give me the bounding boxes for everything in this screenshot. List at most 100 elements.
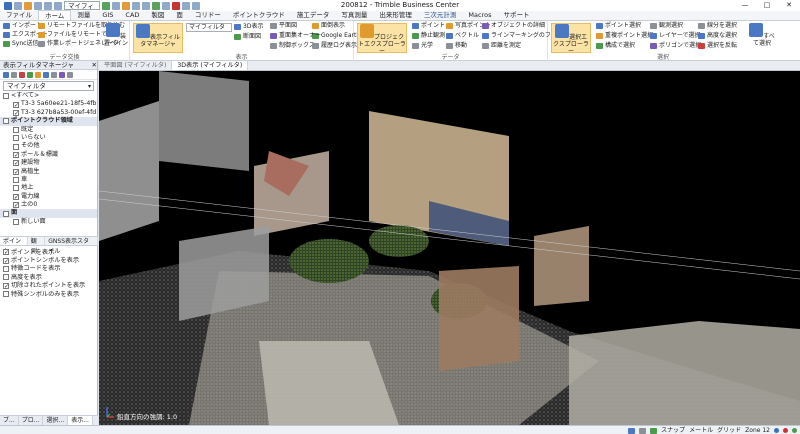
tree-checkbox[interactable] bbox=[13, 135, 19, 142]
option-checkbox[interactable] bbox=[3, 274, 9, 281]
point-button[interactable]: ポイント bbox=[412, 22, 445, 30]
tree-checkbox[interactable] bbox=[3, 210, 9, 217]
refresh-icon[interactable] bbox=[67, 71, 73, 78]
bottom-tab-selection[interactable]: 選択... bbox=[43, 416, 69, 425]
option-checkbox[interactable] bbox=[3, 291, 9, 298]
select-tool-icon[interactable] bbox=[102, 1, 110, 10]
tree-item[interactable]: <すべて> bbox=[0, 92, 97, 100]
status-icon-2[interactable] bbox=[639, 427, 647, 434]
import-button[interactable]: インポート bbox=[3, 22, 42, 30]
vector-button[interactable]: ベクトル bbox=[446, 32, 479, 40]
settings-icon[interactable] bbox=[59, 71, 65, 78]
new-project-icon[interactable] bbox=[14, 1, 22, 10]
3d-viewport[interactable]: 鉛直方向の強調: 1.0 bbox=[99, 71, 800, 425]
tab-photogrammetry[interactable]: 写真測量 bbox=[335, 10, 373, 20]
measure-distance-button[interactable]: 距離を測定 bbox=[482, 42, 521, 50]
tab-as-built[interactable]: 出来形管理 bbox=[373, 10, 418, 20]
tab-support[interactable]: サポート bbox=[497, 10, 535, 20]
selection-explorer-button[interactable]: 選択エクスプローラー bbox=[551, 23, 591, 55]
select-duplicates-button[interactable]: 重複ポイント選択 bbox=[596, 32, 653, 40]
import-filter-icon[interactable] bbox=[43, 71, 49, 78]
tab-drafting[interactable]: 製図 bbox=[145, 10, 170, 20]
tab-gis[interactable]: GIS bbox=[96, 10, 119, 20]
select-lines-button[interactable]: 線分を選択 bbox=[698, 22, 737, 30]
tree-checkbox[interactable] bbox=[13, 219, 19, 226]
tab-home[interactable]: ホーム bbox=[38, 10, 72, 20]
tree-checkbox[interactable] bbox=[13, 168, 19, 175]
control-box-button[interactable]: 制御ボックス bbox=[270, 42, 315, 50]
static-observation-button[interactable]: 静止観測 bbox=[412, 32, 445, 40]
tab-macros[interactable]: Macros bbox=[462, 10, 497, 20]
object-details-button[interactable]: オブジェクトの詳細 bbox=[482, 22, 545, 30]
tree-checkbox[interactable] bbox=[3, 93, 9, 100]
select-by-elevation-button[interactable]: 構成で選択 bbox=[596, 42, 635, 50]
view-icon[interactable] bbox=[152, 1, 160, 10]
move-button[interactable]: 移動 bbox=[446, 42, 467, 50]
panel-close-icon[interactable]: ✕ bbox=[92, 61, 97, 69]
tree-item[interactable]: ポール＆標識 bbox=[0, 151, 97, 159]
overlay-owner-button[interactable]: 重面集オーナー bbox=[270, 32, 321, 40]
tree-item[interactable]: 建設物 bbox=[0, 159, 97, 167]
tree-checkbox[interactable] bbox=[13, 151, 19, 158]
subtab-point[interactable]: ポイント bbox=[0, 237, 28, 255]
zone-status[interactable]: Zone 12 bbox=[745, 426, 770, 434]
customize-icon[interactable] bbox=[192, 1, 200, 10]
snap-status[interactable]: スナップ bbox=[661, 426, 685, 434]
tree-item[interactable]: 車 bbox=[0, 176, 97, 184]
tree-item[interactable]: T3-3 627b8a53-00ef-4fd bbox=[0, 109, 97, 117]
surface-view-button[interactable]: 面倒表示 bbox=[312, 22, 345, 30]
tree-checkbox[interactable] bbox=[13, 160, 19, 167]
tree-checkbox[interactable] bbox=[3, 118, 9, 125]
tab-survey[interactable]: 測量 bbox=[71, 10, 96, 20]
tab-file[interactable]: ファイル bbox=[0, 10, 38, 20]
subtab-gnss-style[interactable]: GNSS表示スタイル bbox=[45, 237, 98, 255]
pan-icon[interactable] bbox=[112, 1, 120, 10]
record-icon[interactable] bbox=[172, 1, 180, 10]
bottom-tab-view[interactable]: 表示... bbox=[68, 416, 93, 425]
tree-item[interactable]: 電力線 bbox=[0, 193, 97, 201]
sync-send-button[interactable]: Sync送信 bbox=[3, 40, 38, 48]
point-option[interactable]: 特殊シンボルのみを表示 bbox=[0, 290, 98, 298]
tree-item[interactable]: 地上 bbox=[0, 184, 97, 192]
invert-selection-button[interactable]: 選択を反転 bbox=[698, 42, 737, 50]
filter-select[interactable]: マイフィルタ bbox=[3, 81, 94, 91]
bottom-tab-project[interactable]: プロ... bbox=[19, 416, 44, 425]
device-pane-button[interactable]: 装置ペイン bbox=[104, 23, 128, 47]
tree-checkbox[interactable] bbox=[13, 177, 19, 184]
status-icon-3[interactable] bbox=[650, 427, 658, 434]
measure-icon[interactable] bbox=[182, 1, 190, 10]
tree-checkbox[interactable] bbox=[13, 126, 19, 133]
add-icon[interactable] bbox=[27, 71, 33, 78]
select-observations-button[interactable]: 観測選択 bbox=[650, 22, 683, 30]
maximize-button[interactable]: □ bbox=[756, 0, 778, 11]
orbit-icon[interactable] bbox=[142, 1, 150, 10]
view-filter-manager-button[interactable]: 表示フィルタマネージャ bbox=[133, 23, 183, 53]
export-filter-icon[interactable] bbox=[51, 71, 57, 78]
tab-corridor[interactable]: コリドー bbox=[189, 10, 227, 20]
subtab-observation[interactable]: 観測 bbox=[28, 237, 46, 255]
delete-filter-icon[interactable] bbox=[19, 71, 25, 78]
save-icon[interactable] bbox=[34, 1, 42, 10]
close-button[interactable]: ✕ bbox=[778, 0, 800, 11]
edit-icon[interactable] bbox=[35, 71, 41, 78]
project-explorer-button[interactable]: プロジェクトエクスプローラー bbox=[357, 23, 407, 55]
redo-icon[interactable] bbox=[54, 1, 62, 10]
minimize-button[interactable]: — bbox=[734, 0, 756, 11]
tab-point-cloud[interactable]: ポイントクラウド bbox=[227, 10, 291, 20]
select-points-button[interactable]: ポイント選択 bbox=[596, 22, 641, 30]
copy-filter-icon[interactable] bbox=[11, 71, 17, 78]
tree-item[interactable]: その他 bbox=[0, 142, 97, 150]
option-checkbox[interactable] bbox=[3, 282, 9, 289]
tree-checkbox[interactable] bbox=[13, 202, 19, 209]
option-checkbox[interactable] bbox=[3, 265, 9, 272]
history-log-button[interactable]: 履歴ログ表示 bbox=[312, 42, 357, 50]
tree-checkbox[interactable] bbox=[13, 143, 19, 150]
select-by-polygon-button[interactable]: ポリゴンで選択 bbox=[650, 42, 701, 50]
tree-checkbox[interactable] bbox=[13, 109, 19, 116]
doc-tab-plan-view[interactable]: 平面図 (マイフィルタ) bbox=[99, 61, 173, 70]
tab-construction-data[interactable]: 施工データ bbox=[291, 10, 336, 20]
zoom-extents-icon[interactable] bbox=[132, 1, 140, 10]
select-by-layer-button[interactable]: レイヤーで選択 bbox=[650, 32, 700, 40]
tree-section[interactable]: 面 bbox=[0, 209, 97, 218]
layer-icon[interactable] bbox=[162, 1, 170, 10]
